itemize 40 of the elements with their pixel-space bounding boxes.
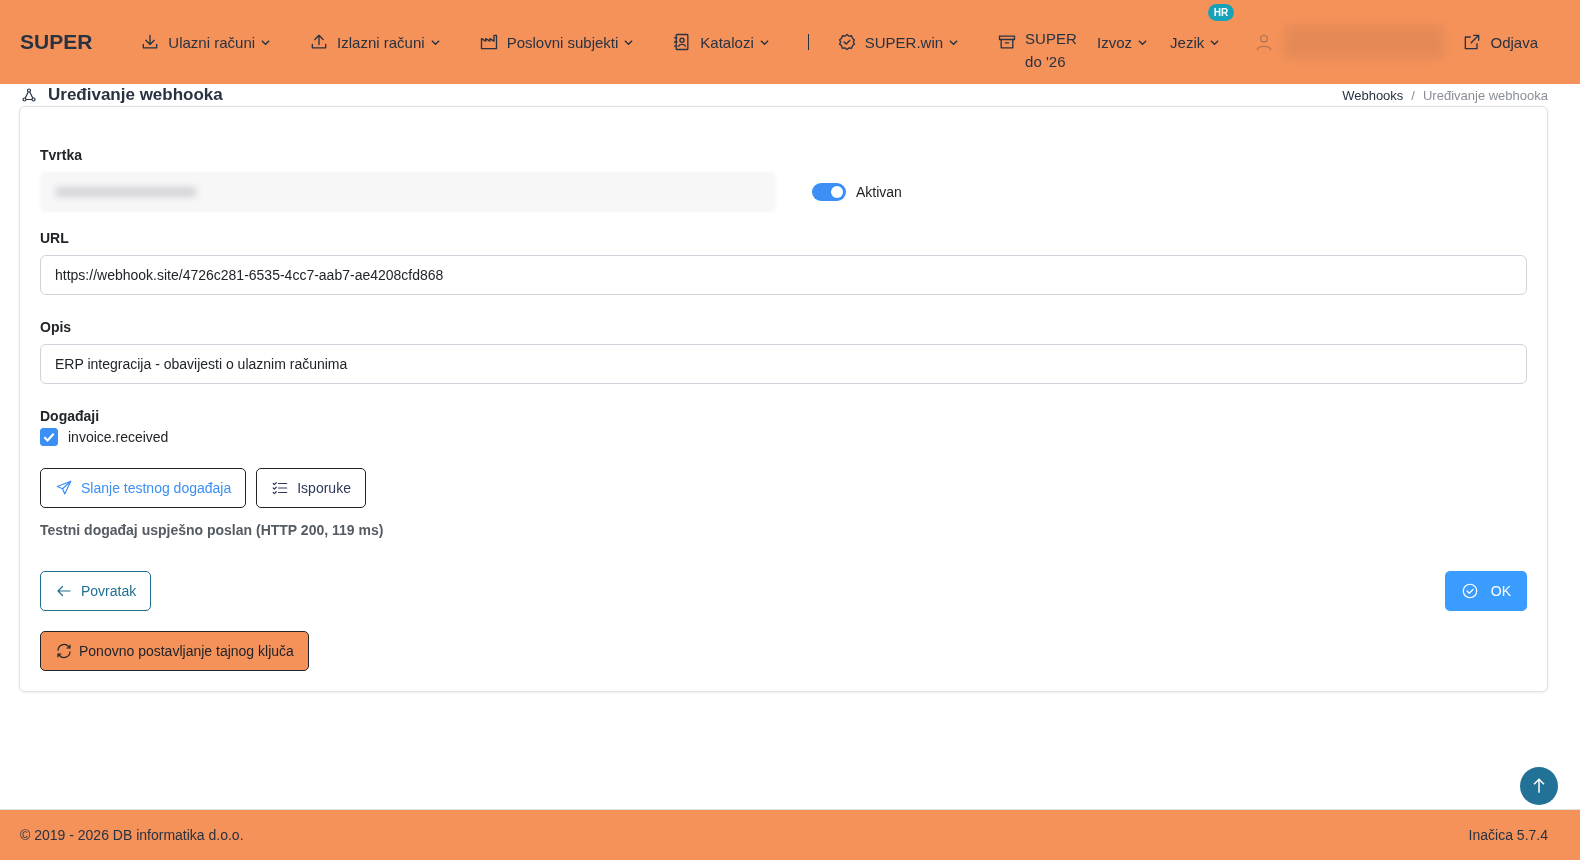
description-input-field[interactable]: ERP integracija - obavijesti o ulaznim računima <box>40 344 1527 384</box>
breadcrumb-separator: / <box>1411 87 1415 103</box>
checklist-icon <box>271 479 290 497</box>
nav-menu-item[interactable]: Izlazni računi <box>309 32 441 52</box>
field-label: Događaji <box>40 408 101 424</box>
refresh-icon <box>55 642 73 660</box>
webhook-icon <box>20 86 38 104</box>
url-input-field[interactable]: https://webhook.site/4726c281-6535-4cc7-aab7-ae4208cfd868 <box>40 255 1527 295</box>
copyright-text: © 2019 - 2026 DB informatika d.o.o. <box>20 827 244 843</box>
send-test-event-button[interactable]: Slanje testnog događaja <box>40 468 247 508</box>
logout-link[interactable]: Odjava <box>1462 32 1538 52</box>
send-icon <box>55 479 73 497</box>
deliveries-button[interactable]: Isporuke <box>256 468 366 508</box>
breadcrumb-item[interactable]: Webhooks <box>1342 87 1404 103</box>
nav-menu-item[interactable]: SUPER.win <box>836 32 960 52</box>
toggle-label: Aktivan <box>856 184 902 200</box>
field-label: Opis <box>40 319 73 335</box>
badge-check-icon <box>836 32 857 52</box>
scroll-to-top-button[interactable] <box>1520 767 1558 805</box>
nav-menu-item[interactable]: SUPER do '26 <box>997 11 1076 73</box>
field-label: URL <box>40 230 70 246</box>
language-badge: HR <box>1207 3 1235 21</box>
version-text: Inačica 5.7.4 <box>1468 827 1548 843</box>
field-label: Tvrtka <box>40 147 84 163</box>
active-toggle[interactable] <box>812 183 846 201</box>
checkbox-label: invoice.received <box>68 429 169 445</box>
breadcrumb-item: Uređivanje webhooka <box>1422 87 1548 103</box>
page-title: Uređivanje webhooka <box>48 85 223 105</box>
event-checkbox[interactable] <box>40 428 58 446</box>
status-message: Testni događaj uspješno poslan (HTTP 200, 119 ms) <box>40 522 385 538</box>
nav-menu-item[interactable]: Katalozi <box>672 32 770 52</box>
nav-menu-item[interactable]: Ulazni računi <box>140 32 272 52</box>
nav-menu-item[interactable]: Poslovni subjekti <box>478 32 635 52</box>
company-select-field[interactable] <box>40 172 776 212</box>
nav-menu-item[interactable]: Izvoz <box>1097 33 1149 51</box>
check-circle-icon <box>1460 582 1479 600</box>
back-button[interactable]: Povratak <box>40 571 152 611</box>
reset-secret-button[interactable]: Ponovno postavljanje tajnog ključa <box>40 631 309 671</box>
brand-logo[interactable]: SUPER <box>20 30 93 54</box>
factory-icon <box>478 32 499 52</box>
